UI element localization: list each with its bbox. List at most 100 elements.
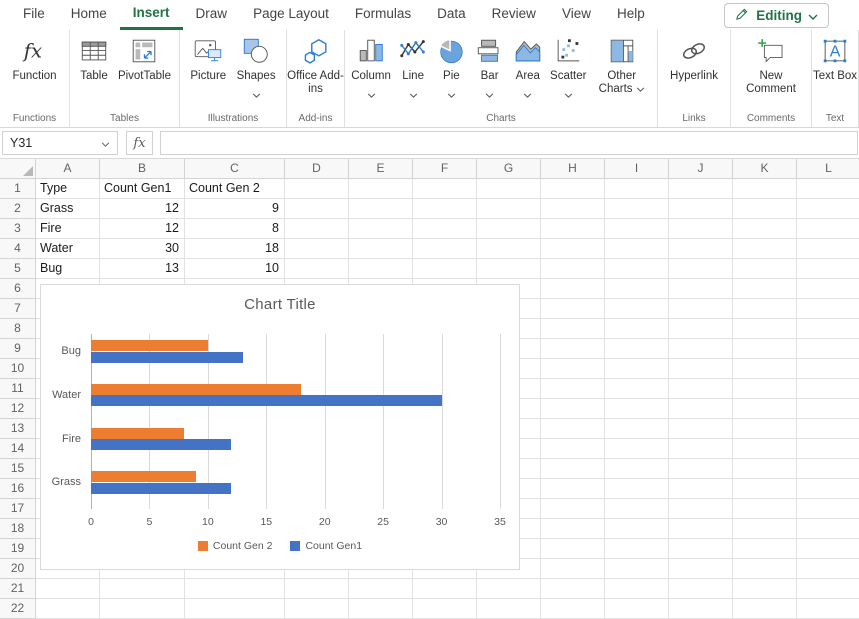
column-header-L[interactable]: L: [797, 159, 859, 179]
row-header-10[interactable]: 10: [0, 359, 36, 379]
cell-J16[interactable]: [669, 479, 733, 499]
ribbon-button-shapes[interactable]: Shapes: [237, 35, 276, 103]
cell-I9[interactable]: [605, 339, 669, 359]
row-header-15[interactable]: 15: [0, 459, 36, 479]
cell-I18[interactable]: [605, 519, 669, 539]
cell-L2[interactable]: [797, 199, 859, 219]
chevron-down-icon[interactable]: [523, 85, 532, 103]
cell-H9[interactable]: [541, 339, 605, 359]
cell-K20[interactable]: [733, 559, 797, 579]
chevron-down-icon[interactable]: [252, 85, 261, 103]
column-header-J[interactable]: J: [669, 159, 733, 179]
row-header-22[interactable]: 22: [0, 599, 36, 619]
cell-A1[interactable]: Type: [36, 179, 100, 199]
cell-L1[interactable]: [797, 179, 859, 199]
cell-I10[interactable]: [605, 359, 669, 379]
column-header-A[interactable]: A: [36, 159, 100, 179]
chevron-down-icon[interactable]: [633, 83, 645, 95]
cell-A21[interactable]: [36, 579, 100, 599]
menu-item-review[interactable]: Review: [479, 0, 549, 30]
cell-J8[interactable]: [669, 319, 733, 339]
cell-J7[interactable]: [669, 299, 733, 319]
ribbon-button-hyperlink[interactable]: Hyperlink: [670, 35, 718, 83]
cell-J17[interactable]: [669, 499, 733, 519]
cell-L16[interactable]: [797, 479, 859, 499]
row-header-4[interactable]: 4: [0, 239, 36, 259]
row-header-11[interactable]: 11: [0, 379, 36, 399]
cell-I12[interactable]: [605, 399, 669, 419]
cell-L17[interactable]: [797, 499, 859, 519]
cell-D4[interactable]: [285, 239, 349, 259]
name-box[interactable]: Y31: [2, 131, 118, 155]
cell-H12[interactable]: [541, 399, 605, 419]
cell-J20[interactable]: [669, 559, 733, 579]
cell-G22[interactable]: [477, 599, 541, 619]
menu-item-formulas[interactable]: Formulas: [342, 0, 424, 30]
cell-F21[interactable]: [413, 579, 477, 599]
cell-A4[interactable]: Water: [36, 239, 100, 259]
cell-K8[interactable]: [733, 319, 797, 339]
cell-C22[interactable]: [185, 599, 285, 619]
cell-K3[interactable]: [733, 219, 797, 239]
cell-L21[interactable]: [797, 579, 859, 599]
cell-K1[interactable]: [733, 179, 797, 199]
column-header-D[interactable]: D: [285, 159, 349, 179]
cell-J3[interactable]: [669, 219, 733, 239]
row-header-19[interactable]: 19: [0, 539, 36, 559]
row-header-17[interactable]: 17: [0, 499, 36, 519]
cell-L6[interactable]: [797, 279, 859, 299]
cell-L14[interactable]: [797, 439, 859, 459]
chevron-down-icon[interactable]: [564, 85, 573, 103]
cell-L7[interactable]: [797, 299, 859, 319]
cell-B4[interactable]: 30: [100, 239, 185, 259]
cell-B2[interactable]: 12: [100, 199, 185, 219]
ribbon-button-area[interactable]: Area: [512, 35, 544, 103]
bar-fire-count-gen-2[interactable]: [91, 428, 184, 439]
cell-I20[interactable]: [605, 559, 669, 579]
ribbon-button-other-charts[interactable]: Other Charts: [593, 35, 651, 96]
cell-H4[interactable]: [541, 239, 605, 259]
cell-H6[interactable]: [541, 279, 605, 299]
cell-L4[interactable]: [797, 239, 859, 259]
cell-B22[interactable]: [100, 599, 185, 619]
cell-L12[interactable]: [797, 399, 859, 419]
cell-K11[interactable]: [733, 379, 797, 399]
cell-B21[interactable]: [100, 579, 185, 599]
cell-K14[interactable]: [733, 439, 797, 459]
cell-H18[interactable]: [541, 519, 605, 539]
cell-G21[interactable]: [477, 579, 541, 599]
menu-item-insert[interactable]: Insert: [120, 0, 183, 30]
cell-D1[interactable]: [285, 179, 349, 199]
cell-J2[interactable]: [669, 199, 733, 219]
cell-I1[interactable]: [605, 179, 669, 199]
cell-D3[interactable]: [285, 219, 349, 239]
cell-K2[interactable]: [733, 199, 797, 219]
cell-G1[interactable]: [477, 179, 541, 199]
cell-F3[interactable]: [413, 219, 477, 239]
cell-F4[interactable]: [413, 239, 477, 259]
cell-I22[interactable]: [605, 599, 669, 619]
cell-L18[interactable]: [797, 519, 859, 539]
cell-I6[interactable]: [605, 279, 669, 299]
cell-K17[interactable]: [733, 499, 797, 519]
cell-C1[interactable]: Count Gen 2: [185, 179, 285, 199]
cell-F1[interactable]: [413, 179, 477, 199]
chevron-down-icon[interactable]: [447, 85, 456, 103]
cell-H3[interactable]: [541, 219, 605, 239]
cell-C21[interactable]: [185, 579, 285, 599]
column-header-I[interactable]: I: [605, 159, 669, 179]
cell-K5[interactable]: [733, 259, 797, 279]
fx-button[interactable]: fx: [126, 131, 153, 155]
cell-H14[interactable]: [541, 439, 605, 459]
cell-L20[interactable]: [797, 559, 859, 579]
cell-J21[interactable]: [669, 579, 733, 599]
cell-L15[interactable]: [797, 459, 859, 479]
cell-D21[interactable]: [285, 579, 349, 599]
bar-bug-count-gen1[interactable]: [91, 352, 243, 363]
cell-H15[interactable]: [541, 459, 605, 479]
cell-L9[interactable]: [797, 339, 859, 359]
column-header-H[interactable]: H: [541, 159, 605, 179]
row-header-5[interactable]: 5: [0, 259, 36, 279]
cell-D22[interactable]: [285, 599, 349, 619]
cell-J18[interactable]: [669, 519, 733, 539]
